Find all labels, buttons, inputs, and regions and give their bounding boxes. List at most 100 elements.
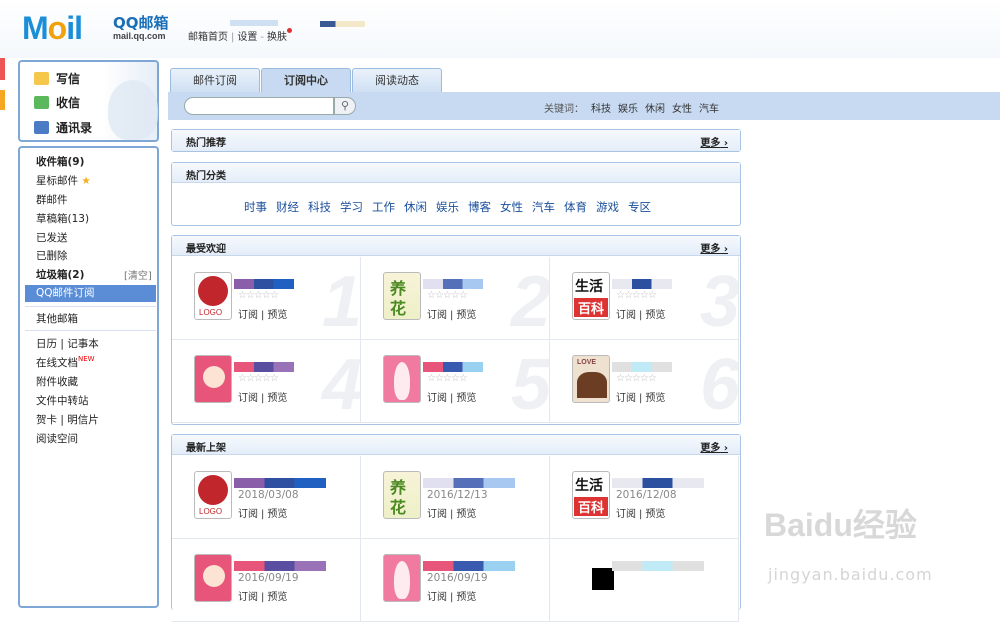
life-encyclopedia-thumbnail[interactable]: 生活 百科	[572, 272, 610, 320]
item-actions: 订阅 | 预览	[238, 389, 287, 404]
category-link[interactable]: 工作	[372, 200, 395, 214]
search-button[interactable]: ⚲	[334, 97, 356, 115]
preview-link[interactable]: 预览	[645, 509, 665, 520]
folder-drafts[interactable]: 草稿箱(13)	[36, 211, 89, 226]
subscribe-link[interactable]: 订阅	[238, 509, 258, 520]
preview-link[interactable]: 预览	[456, 393, 476, 404]
more-link[interactable]: 更多 ›	[700, 240, 728, 255]
pregnancy-thumbnail[interactable]	[383, 554, 421, 602]
folder-deleted[interactable]: 已删除	[36, 248, 68, 263]
logo-thumbnail[interactable]: LOGO	[194, 272, 232, 320]
folder-sent[interactable]: 已发送	[36, 230, 68, 245]
pregnancy-thumbnail[interactable]	[383, 355, 421, 403]
subscribe-link[interactable]: 订阅	[238, 393, 258, 404]
redacted-account	[320, 21, 365, 27]
redacted-title	[612, 561, 704, 571]
clear-spam-link[interactable]: [清空]	[124, 267, 152, 282]
subscribe-link[interactable]: 订阅	[616, 310, 636, 321]
item-actions: 订阅 | 预览	[616, 306, 665, 321]
preview-link[interactable]: 预览	[456, 509, 476, 520]
keyword[interactable]: 汽车	[699, 104, 719, 115]
preview-link[interactable]: 预览	[267, 509, 287, 520]
flower-thumbnail[interactable]: 养花	[383, 471, 421, 519]
tab-reading-updates[interactable]: 阅读动态	[352, 68, 442, 92]
contacts-button[interactable]: 通讯录	[34, 119, 92, 136]
compose-button[interactable]: 写信	[34, 70, 80, 87]
tab-mail-subscription[interactable]: 邮件订阅	[170, 68, 260, 92]
preview-link[interactable]: 预览	[267, 310, 287, 321]
folder-spam[interactable]: 垃圾箱(2)	[36, 267, 84, 282]
magnifier-icon: ⚲	[340, 99, 350, 112]
rating-stars: ☆☆☆☆☆	[427, 290, 468, 301]
subscription-item: LOGO 2018/03/08 订阅 | 预览	[172, 456, 361, 539]
preview-link[interactable]: 预览	[645, 310, 665, 321]
contacts-icon	[34, 121, 49, 134]
folder-group[interactable]: 群邮件	[36, 192, 68, 207]
link-skin[interactable]: 换肤	[267, 32, 287, 43]
rank-number: 4	[321, 345, 361, 423]
preview-link[interactable]: 预览	[267, 393, 287, 404]
subscribe-link[interactable]: 订阅	[427, 592, 447, 603]
keyword[interactable]: 休闲	[645, 104, 665, 115]
redacted-title	[612, 362, 672, 372]
mail-logo[interactable]: Moil	[22, 10, 83, 47]
category-link[interactable]: 娱乐	[436, 200, 459, 214]
more-link[interactable]: 更多 ›	[700, 439, 728, 454]
subscribe-link[interactable]: 订阅	[427, 310, 447, 321]
category-link[interactable]: 博客	[468, 200, 491, 214]
category-link[interactable]: 游戏	[596, 200, 619, 214]
life-encyclopedia-thumbnail[interactable]: 生活 百科	[572, 471, 610, 519]
link-calendar-notes[interactable]: 日历 | 记事本	[36, 336, 99, 351]
redacted-title	[234, 561, 326, 571]
link-file-transfer[interactable]: 文件中转站	[36, 393, 89, 408]
link-online-docs[interactable]: 在线文档NEW	[36, 355, 95, 370]
keyword[interactable]: 科技	[591, 104, 611, 115]
subscribe-link[interactable]: 订阅	[238, 310, 258, 321]
header-links: 邮箱首页 | 设置 - 换肤	[188, 28, 292, 43]
preview-link[interactable]: 预览	[456, 310, 476, 321]
link-cards[interactable]: 贺卡 | 明信片	[36, 412, 99, 427]
love-thumbnail[interactable]: LOVE	[572, 355, 610, 403]
subscription-item: 4 ☆☆☆☆☆ 订阅 | 预览	[172, 340, 361, 423]
category-link[interactable]: 科技	[308, 200, 331, 214]
baby-thumbnail[interactable]	[194, 355, 232, 403]
folder-starred[interactable]: 星标邮件 ★	[36, 173, 91, 188]
subscribe-link[interactable]: 订阅	[616, 509, 636, 520]
category-link[interactable]: 女性	[500, 200, 523, 214]
subscribe-link[interactable]: 订阅	[616, 393, 636, 404]
preview-link[interactable]: 预览	[267, 592, 287, 603]
tab-subscription-center[interactable]: 订阅中心	[261, 68, 351, 93]
category-link[interactable]: 体育	[564, 200, 587, 214]
category-link[interactable]: 休闲	[404, 200, 427, 214]
more-link[interactable]: 更多 ›	[700, 134, 728, 149]
category-link[interactable]: 财经	[276, 200, 299, 214]
receive-button[interactable]: 收信	[34, 94, 80, 111]
subscribe-link[interactable]: 订阅	[238, 592, 258, 603]
category-link[interactable]: 学习	[340, 200, 363, 214]
hot-categories-section: 热门分类 时事 财经 科技 学习 工作 休闲 娱乐 博客 女性 汽车 体育 游戏 专区	[171, 162, 741, 226]
folder-subscription[interactable]: QQ邮件订阅	[25, 285, 156, 302]
link-settings[interactable]: 设置	[237, 32, 257, 43]
category-link[interactable]: 时事	[244, 200, 267, 214]
folder-list: 收件箱(9) 星标邮件 ★ 群邮件 草稿箱(13) 已发送 已删除 垃圾箱(2)…	[18, 146, 159, 608]
section-title: 最受欢迎	[186, 244, 226, 255]
baby-thumbnail[interactable]	[194, 554, 232, 602]
link-home[interactable]: 邮箱首页	[188, 32, 228, 43]
blank-thumbnail[interactable]	[572, 554, 614, 602]
folder-other[interactable]: 其他邮箱	[36, 311, 78, 326]
keyword[interactable]: 娱乐	[618, 104, 638, 115]
preview-link[interactable]: 预览	[645, 393, 665, 404]
star-icon: ★	[81, 175, 91, 187]
folder-inbox[interactable]: 收件箱(9)	[36, 154, 84, 169]
category-link[interactable]: 专区	[628, 200, 651, 214]
keyword[interactable]: 女性	[672, 104, 692, 115]
link-reading-space[interactable]: 阅读空间	[36, 431, 78, 446]
search-input[interactable]	[184, 97, 334, 115]
logo-thumbnail[interactable]: LOGO	[194, 471, 232, 519]
category-link[interactable]: 汽车	[532, 200, 555, 214]
subscribe-link[interactable]: 订阅	[427, 393, 447, 404]
subscribe-link[interactable]: 订阅	[427, 509, 447, 520]
link-attachments[interactable]: 附件收藏	[36, 374, 78, 389]
preview-link[interactable]: 预览	[456, 592, 476, 603]
flower-thumbnail[interactable]: 养花	[383, 272, 421, 320]
